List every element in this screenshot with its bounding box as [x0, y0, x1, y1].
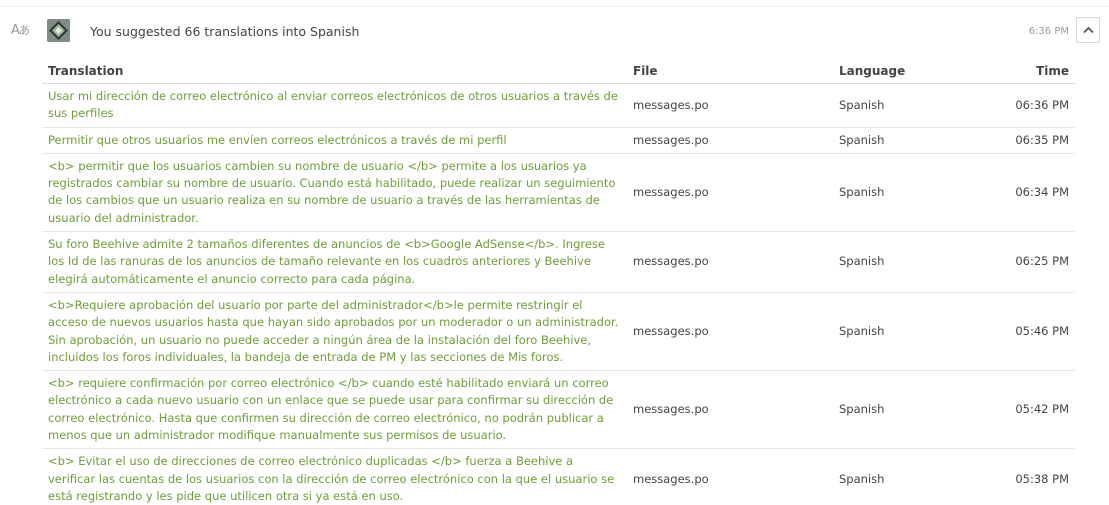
table-row: <b> permitir que los usuarios cambien su…: [42, 153, 1075, 233]
translation-link[interactable]: <b>Requiere aprobación del usuario por p…: [48, 298, 618, 364]
table-row: <b> requiere confirmación por correo ele…: [42, 370, 1075, 450]
table-row: <b> Evitar el uso de direcciones de corr…: [42, 448, 1075, 505]
file-cell: messages.po: [627, 370, 833, 450]
column-header-file: File: [627, 59, 833, 84]
table-row: Su foro Beehive admite 2 tamaños diferen…: [42, 231, 1075, 293]
table-row: Usar mi dirección de correo electrónico …: [42, 83, 1075, 128]
language-cell: Spanish: [833, 292, 968, 372]
avatar-image: [47, 19, 70, 42]
translate-icon: Aあ: [11, 23, 30, 38]
language-cell: Spanish: [833, 153, 968, 233]
translation-link[interactable]: <b> Evitar el uso de direcciones de corr…: [48, 454, 614, 503]
translation-link[interactable]: <b> requiere confirmación por correo ele…: [48, 376, 613, 442]
table-row: Permitir que otros usuarios me envíen co…: [42, 127, 1075, 154]
chevron-up-icon: [1083, 26, 1094, 34]
time-cell: 06:34 PM: [968, 153, 1075, 233]
time-cell: 06:25 PM: [968, 231, 1075, 293]
translation-link[interactable]: Usar mi dirección de correo electrónico …: [48, 89, 618, 120]
activity-title: You suggested 66 translations into Spani…: [90, 24, 360, 39]
table-header-row: Translation File Language Time: [42, 59, 1075, 84]
language-cell: Spanish: [833, 127, 968, 154]
column-header-language: Language: [833, 59, 968, 84]
language-cell: Spanish: [833, 370, 968, 450]
file-cell: messages.po: [627, 83, 833, 128]
file-cell: messages.po: [627, 153, 833, 233]
time-cell: 05:38 PM: [968, 448, 1075, 505]
top-divider: [0, 6, 1109, 7]
activity-time: 6:36 PM: [1028, 26, 1069, 37]
avatar[interactable]: [47, 19, 70, 42]
file-cell: messages.po: [627, 448, 833, 505]
collapse-button[interactable]: [1076, 17, 1100, 43]
time-cell: 05:46 PM: [968, 292, 1075, 372]
time-cell: 06:35 PM: [968, 127, 1075, 154]
translation-link[interactable]: Su foro Beehive admite 2 tamaños diferen…: [48, 237, 605, 286]
time-cell: 06:36 PM: [968, 83, 1075, 128]
table-row: <b>Requiere aprobación del usuario por p…: [42, 292, 1075, 372]
translations-table: Translation File Language Time Usar mi d…: [42, 59, 1075, 505]
file-cell: messages.po: [627, 231, 833, 293]
language-cell: Spanish: [833, 83, 968, 128]
column-header-time: Time: [968, 59, 1075, 84]
translation-link[interactable]: Permitir que otros usuarios me envíen co…: [48, 133, 507, 147]
file-cell: messages.po: [627, 127, 833, 154]
activity-header: Aあ You suggested 66 translations into Sp…: [0, 14, 1109, 48]
translation-link[interactable]: <b> permitir que los usuarios cambien su…: [48, 159, 615, 225]
activity-page: Aあ You suggested 66 translations into Sp…: [0, 0, 1109, 505]
file-cell: messages.po: [627, 292, 833, 372]
column-header-translation: Translation: [42, 59, 627, 84]
language-cell: Spanish: [833, 231, 968, 293]
language-cell: Spanish: [833, 448, 968, 505]
time-cell: 05:42 PM: [968, 370, 1075, 450]
